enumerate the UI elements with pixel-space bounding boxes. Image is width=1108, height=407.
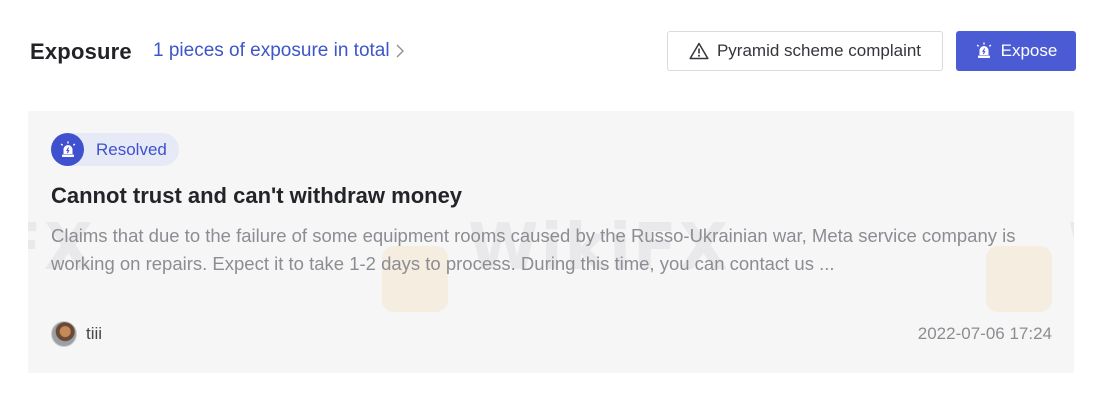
author-info: tiii <box>51 321 102 347</box>
avatar <box>51 321 77 347</box>
exposure-header: Exposure 1 pieces of exposure in total P… <box>30 30 1076 72</box>
exposure-count-text: 1 pieces of exposure in total <box>153 40 390 61</box>
exposure-description: Claims that due to the failure of some e… <box>51 225 1016 274</box>
chevron-right-icon <box>396 44 404 58</box>
status-badge: Resolved <box>51 133 179 166</box>
expose-button[interactable]: Expose <box>956 31 1076 71</box>
expose-button-label: Expose <box>1000 41 1058 60</box>
section-title: Exposure <box>30 39 132 64</box>
warning-triangle-icon <box>689 42 709 60</box>
exposure-card[interactable]: FX WikiFX W Resolved Cannot trust and ca… <box>28 111 1074 373</box>
alarm-siren-icon <box>976 42 991 58</box>
author-name: tiii <box>86 324 103 343</box>
exposure-count-link[interactable]: 1 pieces of exposure in total <box>153 40 404 62</box>
exposure-title[interactable]: Cannot trust and can't withdraw money <box>51 183 462 209</box>
status-label: Resolved <box>96 139 167 159</box>
pyramid-scheme-complaint-button[interactable]: Pyramid scheme complaint <box>667 31 943 71</box>
alarm-siren-icon <box>51 133 84 166</box>
watermark-right: W <box>1068 211 1074 285</box>
exposure-page: Exposure 1 pieces of exposure in total P… <box>0 0 1108 407</box>
complaint-button-label: Pyramid scheme complaint <box>716 41 922 60</box>
post-date: 2022-07-06 17:24 <box>917 324 1052 343</box>
